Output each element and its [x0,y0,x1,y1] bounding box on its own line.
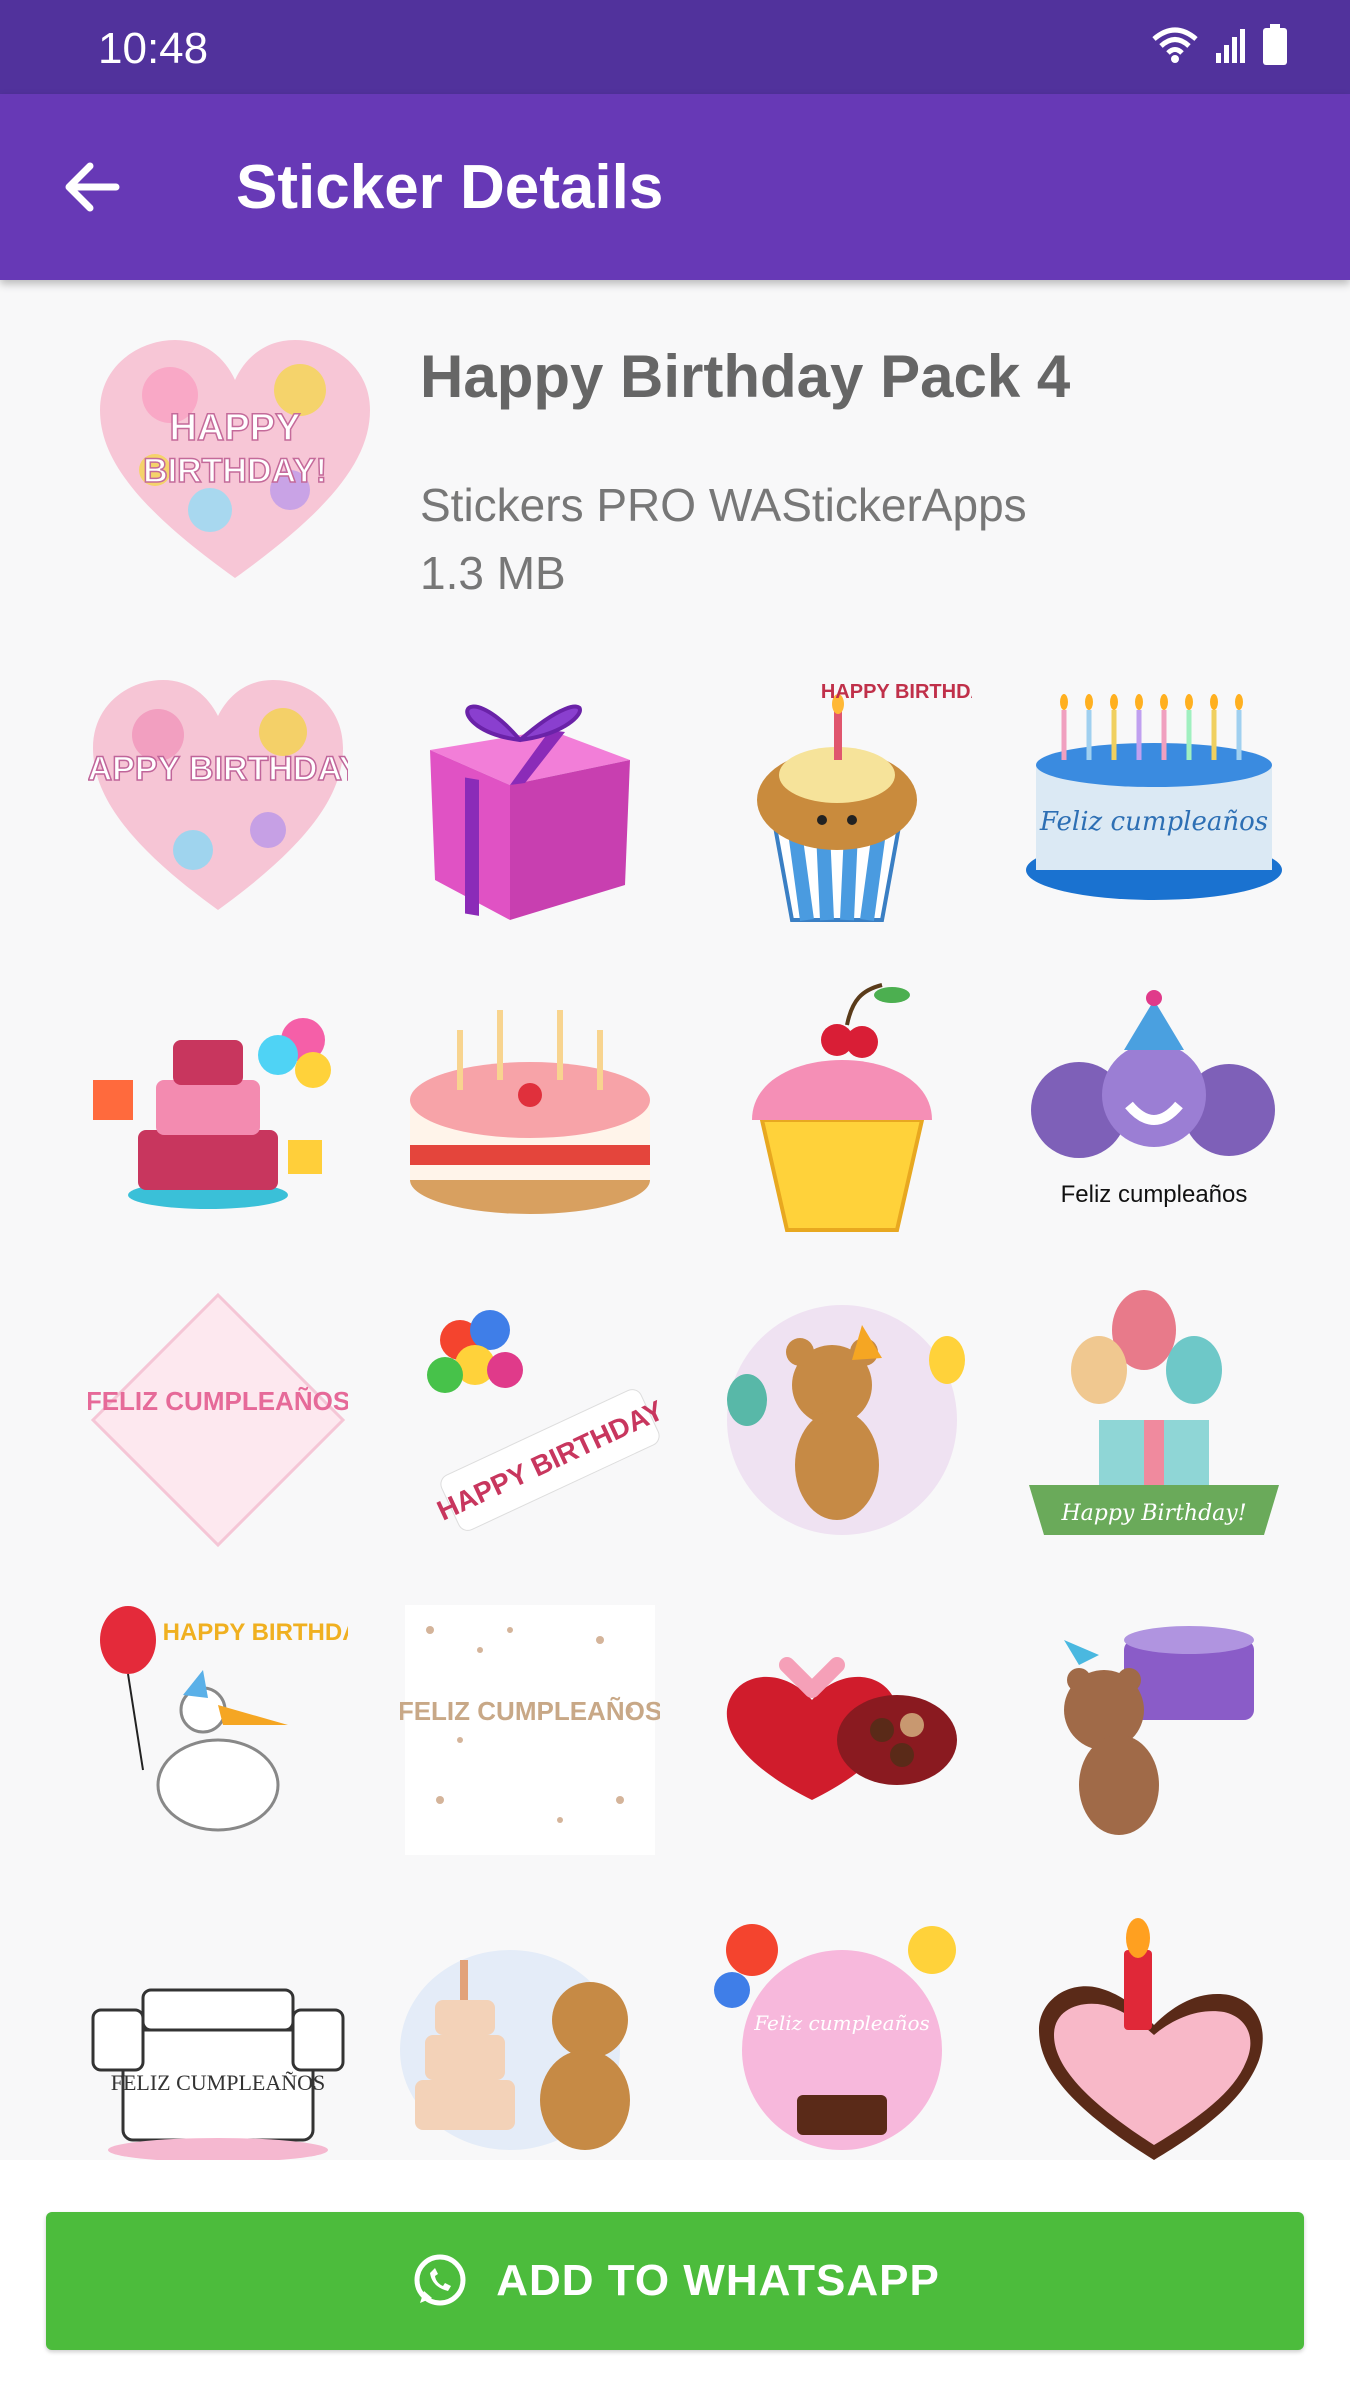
status-bar: 10:48 [0,0,1350,94]
sticker-text: FELIZ CUMPLEAÑOS [88,1386,348,1416]
signal-icon [1216,29,1245,63]
sticker-heart-chocolate-box[interactable] [712,1600,972,1860]
svg-text:BIRTHDAY!: BIRTHDAY! [143,452,327,490]
sticker-teddy-bear-party[interactable] [712,1290,972,1550]
sticker-strawberry-cake[interactable] [400,980,660,1240]
status-icons [1150,24,1288,66]
sticker-text: HAPPY BIRTHDAY! [88,750,348,788]
sticker-text: FELIZ CUMPLEAÑOS [111,2070,326,2095]
pack-name: Happy Birthday Pack 4 [420,343,1071,410]
sticker-pink-circle-feliz[interactable]: Feliz cumpleaños [712,1910,972,2160]
add-button-label: ADD TO WHATSAPP [496,2256,940,2305]
sticker-gift-box[interactable] [400,670,660,930]
sticker-confetti-feliz[interactable]: FELIZ CUMPLEAÑOS [400,1600,660,1860]
sticker-text: Feliz cumpleaños [1061,1181,1248,1208]
add-to-whatsapp-button[interactable]: ADD TO WHATSAPP [46,2212,1304,2350]
sticker-cake-feliz-cumpleanos[interactable]: Feliz cumpleaños [1024,670,1284,930]
sticker-cherry-cupcake[interactable] [712,980,972,1240]
pack-publisher: Stickers PRO WAStickerApps [420,479,1027,531]
sticker-party-emojis[interactable]: Feliz cumpleaños [1024,980,1284,1240]
sticker-text: FELIZ CUMPLEAÑOS [400,1696,660,1726]
sticker-pink-diamond-feliz[interactable]: FELIZ CUMPLEAÑOS [88,1290,348,1550]
pack-header: HAPPY BIRTHDAY! Happy Birthday Pack 4 St… [0,300,1350,630]
sticker-text: HAPPY BIRTHDAY [163,1619,348,1646]
svg-text:HAPPY: HAPPY [170,407,301,449]
app-bar: Sticker Details [0,94,1350,280]
sticker-text: HAPPY BIRTHDAY [432,1394,660,1526]
sticker-party-cake[interactable] [88,980,348,1240]
bottom-action-bar: ADD TO WHATSAPP [0,2160,1350,2400]
sticker-bear-layer-cake[interactable] [400,1910,660,2160]
whatsapp-icon [414,2254,466,2306]
sticker-text: Happy Birthday! [1060,1501,1246,1526]
back-button[interactable] [58,152,128,222]
tray-icon: HAPPY BIRTHDAY! [100,340,370,590]
sticker-text: Feliz cumpleaños [1039,807,1268,837]
sticker-cats-feliz-cake[interactable]: FELIZ CUMPLEAÑOS [88,1910,348,2160]
wifi-icon [1152,27,1198,63]
sticker-heart-happy-birthday[interactable]: HAPPY BIRTHDAY! [88,670,348,930]
sticker-pelican-happy-birthday[interactable]: HAPPY BIRTHDAY [88,1600,348,1860]
sticker-text: Feliz cumpleaños [753,2011,930,2035]
arrow-left-icon [65,162,120,212]
sticker-cupcake-happy-birthday[interactable]: HAPPY BIRTHDAY! [712,670,972,930]
sticker-text: HAPPY BIRTHDAY! [821,681,972,703]
sticker-grid: HAPPY BIRTHDAY! HAPPY BIRTHDAY! [0,650,1350,2160]
sticker-balloons-happy-birthday[interactable]: HAPPY BIRTHDAY [400,1290,660,1550]
sticker-bear-with-cake[interactable] [1024,1600,1284,1860]
sticker-gift-balloons-ribbon[interactable]: Happy Birthday! [1024,1290,1284,1550]
battery-icon [1263,24,1287,65]
sticker-heart-cake-candle[interactable] [1024,1910,1284,2160]
page-title: Sticker Details [236,153,664,222]
status-time: 10:48 [98,24,209,73]
pack-size: 1.3 MB [420,547,566,599]
